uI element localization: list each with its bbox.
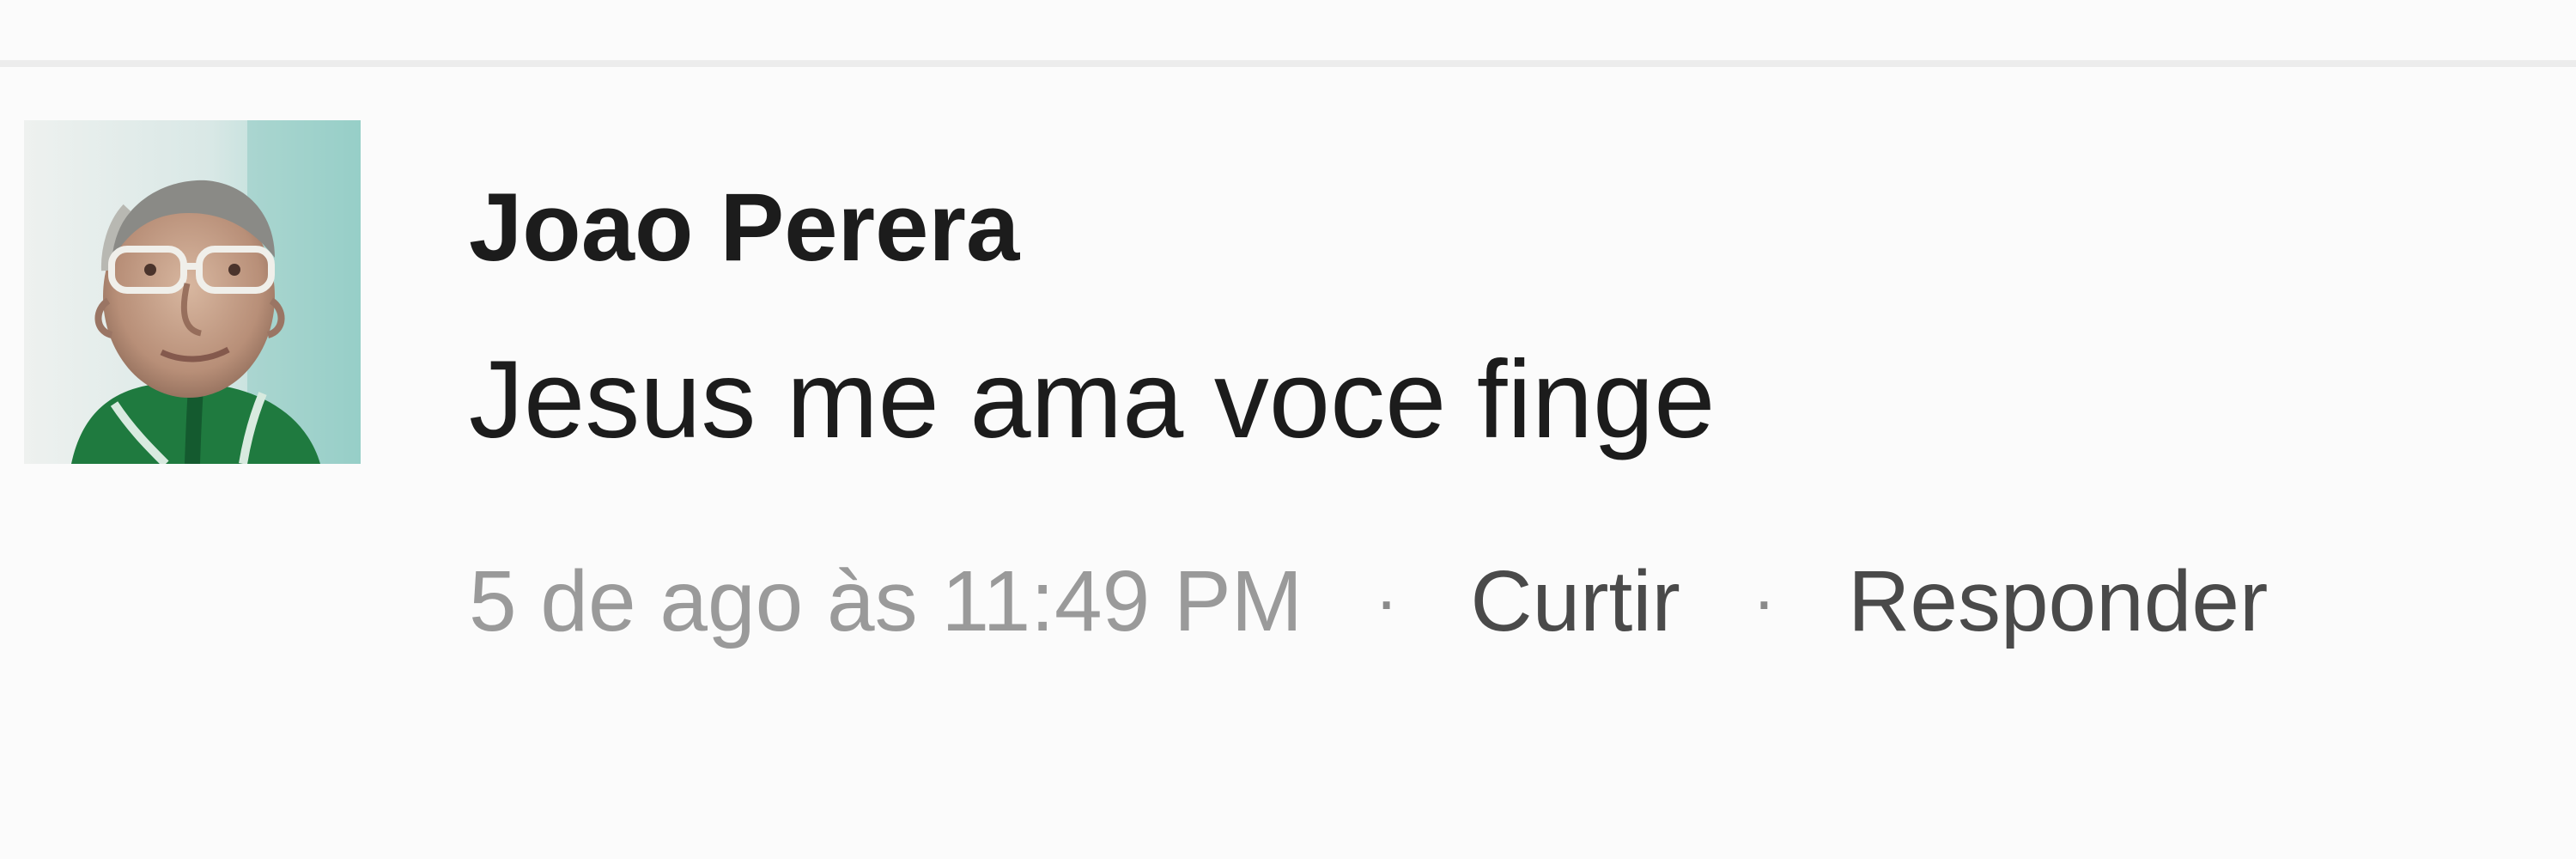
avatar[interactable]	[24, 120, 361, 464]
top-divider	[0, 60, 2576, 67]
comment-meta: 5 de ago às 11:49 PM · Curtir · Responde…	[469, 537, 2268, 666]
comment-text: Jesus me ama voce finge	[469, 338, 1716, 461]
avatar-photo	[24, 120, 361, 464]
comment-timestamp[interactable]: 5 de ago às 11:49 PM	[469, 558, 1303, 644]
separator-dot: ·	[1375, 562, 1399, 640]
comment-item: Joao Perera Jesus me ama voce finge 5 de…	[24, 120, 2566, 653]
separator-dot: ·	[1752, 562, 1777, 640]
author-name[interactable]: Joao Perera	[469, 172, 1019, 283]
like-button[interactable]: Curtir	[1470, 558, 1680, 644]
comment-page: Joao Perera Jesus me ama voce finge 5 de…	[0, 0, 2576, 859]
reply-button[interactable]: Responder	[1848, 558, 2268, 644]
